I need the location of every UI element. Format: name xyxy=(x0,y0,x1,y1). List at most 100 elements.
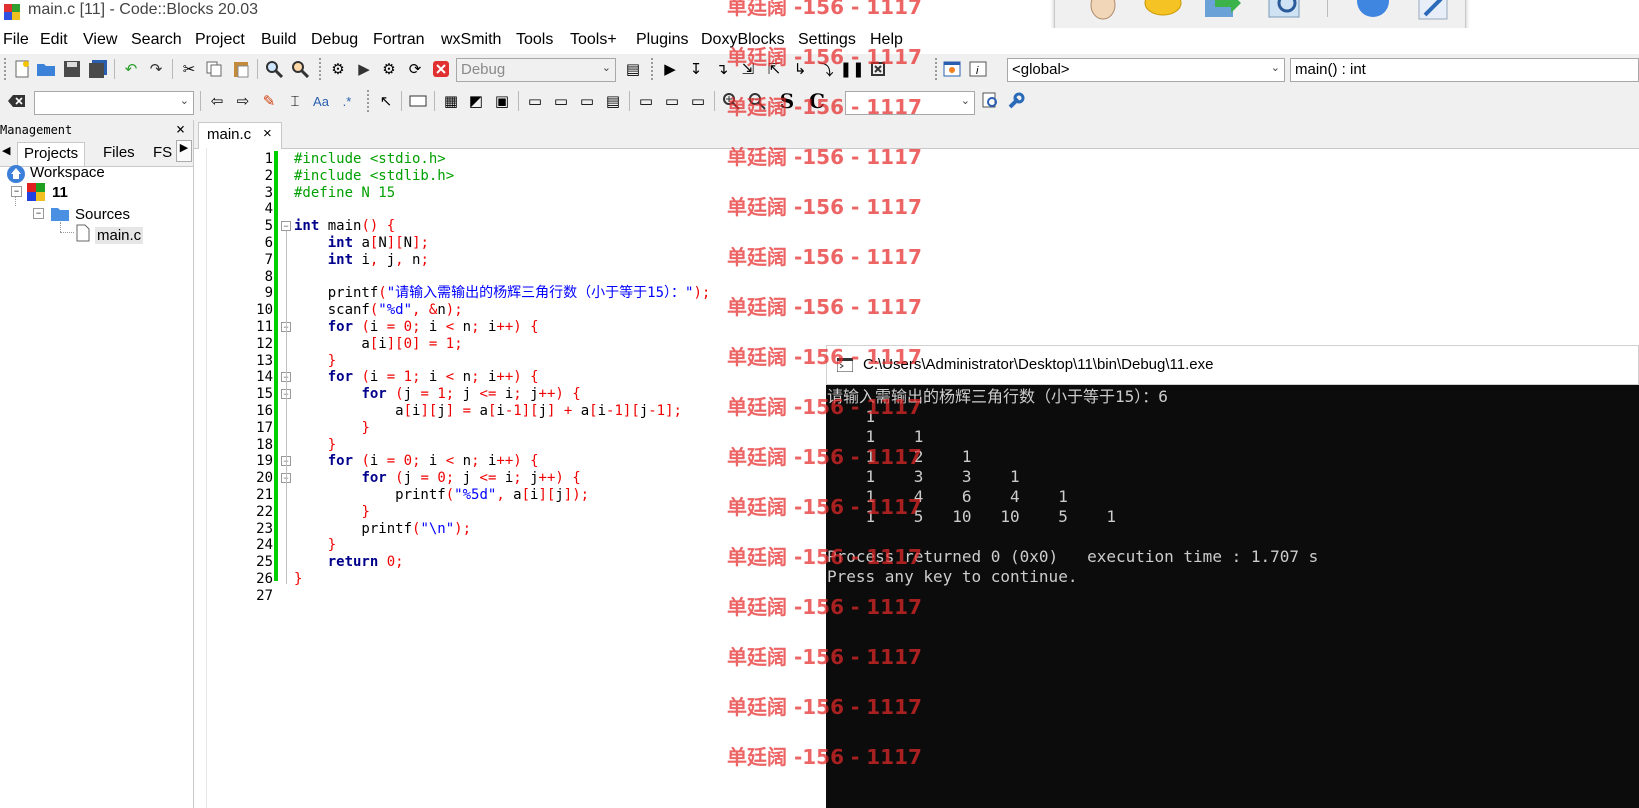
find-icon[interactable] xyxy=(263,58,285,80)
menu-settings[interactable]: Settings xyxy=(798,31,856,49)
stop-debug-icon[interactable] xyxy=(867,58,889,80)
box-3-icon[interactable]: ▭ xyxy=(576,90,598,112)
highlight-icon[interactable]: ✎ xyxy=(258,90,280,112)
box-2-icon[interactable]: ▭ xyxy=(550,90,572,112)
replace-icon[interactable] xyxy=(289,58,311,80)
next-line-icon[interactable]: ↴ xyxy=(711,58,733,80)
export-icon[interactable] xyxy=(1201,0,1241,21)
code-line: a[i][j] = a[i-1][j] + a[i-1][j-1]; xyxy=(294,403,682,419)
tree-collapse-icon[interactable]: − xyxy=(33,208,44,219)
run-icon[interactable]: ▶ xyxy=(353,58,375,80)
zoom-in-icon[interactable] xyxy=(720,90,742,112)
save-all-icon[interactable] xyxy=(87,58,109,80)
magnifier-icon[interactable] xyxy=(1267,0,1303,21)
pointer-icon[interactable]: ↖ xyxy=(375,90,397,112)
new-file-icon[interactable] xyxy=(11,58,33,80)
tab-fs[interactable]: FS xyxy=(147,142,178,166)
menu-search[interactable]: Search xyxy=(131,31,182,49)
tab-projects[interactable]: Projects xyxy=(17,142,86,166)
match-case-icon[interactable]: Aa xyxy=(310,90,332,112)
letter-s-button[interactable]: S xyxy=(776,89,798,113)
step-out-icon[interactable]: ⇱ xyxy=(763,58,785,80)
chat-bubble-icon[interactable] xyxy=(1143,0,1182,21)
tab-files[interactable]: Files xyxy=(97,142,141,166)
build-and-run-icon[interactable]: ⚙ xyxy=(378,58,400,80)
undo-icon[interactable]: ↶ xyxy=(120,58,142,80)
cut-icon[interactable]: ✂ xyxy=(178,58,200,80)
pin-icon[interactable] xyxy=(1415,0,1451,21)
console-window[interactable]: C:\Users\Administrator\Desktop\11\bin\De… xyxy=(826,345,1639,808)
step-into-icon[interactable]: ⇲ xyxy=(737,58,759,80)
clear-search-icon[interactable] xyxy=(6,90,28,112)
incremental-search-input[interactable]: ⌄ xyxy=(34,91,194,115)
build-gear-icon[interactable]: ⚙ xyxy=(327,58,349,80)
open-folder-icon[interactable] xyxy=(35,58,57,80)
pause-icon[interactable]: ❚❚ xyxy=(839,58,864,80)
debug-start-icon[interactable]: ▶ xyxy=(659,58,681,80)
info-icon[interactable] xyxy=(1353,0,1389,21)
shape-2-icon[interactable]: ▭ xyxy=(661,90,683,112)
editor-tab-close-icon[interactable]: × xyxy=(263,125,272,142)
step-instruction-icon[interactable]: ⤵ xyxy=(815,58,837,80)
menu-fortran[interactable]: Fortran xyxy=(373,31,425,49)
menu-tools-plus[interactable]: Tools+ xyxy=(570,31,617,49)
redo-icon[interactable]: ↷ xyxy=(145,58,167,80)
diagram-icon[interactable]: ◩ xyxy=(465,90,487,112)
paste-icon[interactable] xyxy=(230,58,252,80)
debug-windows-icon[interactable] xyxy=(941,58,963,80)
tree-workspace[interactable]: Workspace xyxy=(30,164,105,181)
menu-tools[interactable]: Tools xyxy=(516,31,553,49)
menu-wxsmith[interactable]: wxSmith xyxy=(441,31,501,49)
letter-c-button[interactable]: C xyxy=(806,89,828,113)
tree-project[interactable]: 11 xyxy=(52,184,68,201)
shape-1-icon[interactable]: ▭ xyxy=(635,90,657,112)
copy-icon[interactable] xyxy=(203,58,225,80)
selected-text-icon[interactable]: ⌶ xyxy=(284,90,306,112)
function-select[interactable]: main() : int xyxy=(1290,58,1639,82)
rebuild-icon[interactable]: ⟳ xyxy=(404,58,426,80)
block-icon[interactable]: ▣ xyxy=(491,90,513,112)
menu-doxyblocks[interactable]: DoxyBlocks xyxy=(701,31,785,49)
code-line: int main() { xyxy=(294,218,396,235)
build-target-select[interactable]: Debug ⌄ xyxy=(456,58,616,82)
save-icon[interactable] xyxy=(61,58,83,80)
regex-icon[interactable]: .* xyxy=(336,90,358,112)
menu-build[interactable]: Build xyxy=(261,31,297,49)
tab-scroll-left-icon[interactable]: ◀ xyxy=(2,144,10,157)
scope-select[interactable]: <global> ⌄ xyxy=(1007,58,1285,82)
rectangle-icon[interactable] xyxy=(407,90,429,112)
tree-sources-folder[interactable]: Sources xyxy=(75,206,130,223)
arrow-right-icon[interactable]: ⇨ xyxy=(232,90,254,112)
management-close-button[interactable]: × xyxy=(176,120,185,138)
hand-icon[interactable] xyxy=(1085,0,1121,21)
tree-file-main-c[interactable]: main.c xyxy=(95,227,144,244)
fold-guide xyxy=(286,231,287,584)
file-icon xyxy=(76,224,90,242)
zoom-select[interactable]: ⌄ xyxy=(845,91,975,115)
menu-project[interactable]: Project xyxy=(195,31,245,49)
next-instruction-icon[interactable]: ↳ xyxy=(789,58,811,80)
arrow-left-icon[interactable]: ⇦ xyxy=(206,90,228,112)
code-line: printf("\n"); xyxy=(294,520,472,537)
fold-marker-icon[interactable]: − xyxy=(281,221,291,232)
abort-icon[interactable] xyxy=(430,58,452,80)
debug-info-icon[interactable]: i xyxy=(967,58,989,80)
menu-help[interactable]: Help xyxy=(870,31,903,49)
box-1-icon[interactable]: ▭ xyxy=(524,90,546,112)
menu-plugins[interactable]: Plugins xyxy=(636,31,688,49)
target-options-icon[interactable]: ▤ xyxy=(622,58,644,80)
menu-debug[interactable]: Debug xyxy=(311,31,358,49)
box-4-icon[interactable]: ▤ xyxy=(602,90,624,112)
menu-edit[interactable]: Edit xyxy=(40,31,68,49)
menu-view[interactable]: View xyxy=(83,31,117,49)
search-docs-icon[interactable] xyxy=(980,90,1002,112)
menu-file[interactable]: File xyxy=(3,31,29,49)
zoom-out-icon[interactable] xyxy=(746,90,768,112)
code-line: a[i][0] = 1; xyxy=(294,335,463,352)
wrench-icon[interactable] xyxy=(1005,90,1027,112)
grid-icon[interactable]: ▦ xyxy=(440,90,462,112)
shape-3-icon[interactable]: ▭ xyxy=(687,90,709,112)
run-to-cursor-icon[interactable]: ↧ xyxy=(685,58,707,80)
editor-tab-main-c[interactable]: main.c × xyxy=(198,122,282,149)
tab-scroll-right-icon[interactable]: ▶ xyxy=(176,140,192,162)
